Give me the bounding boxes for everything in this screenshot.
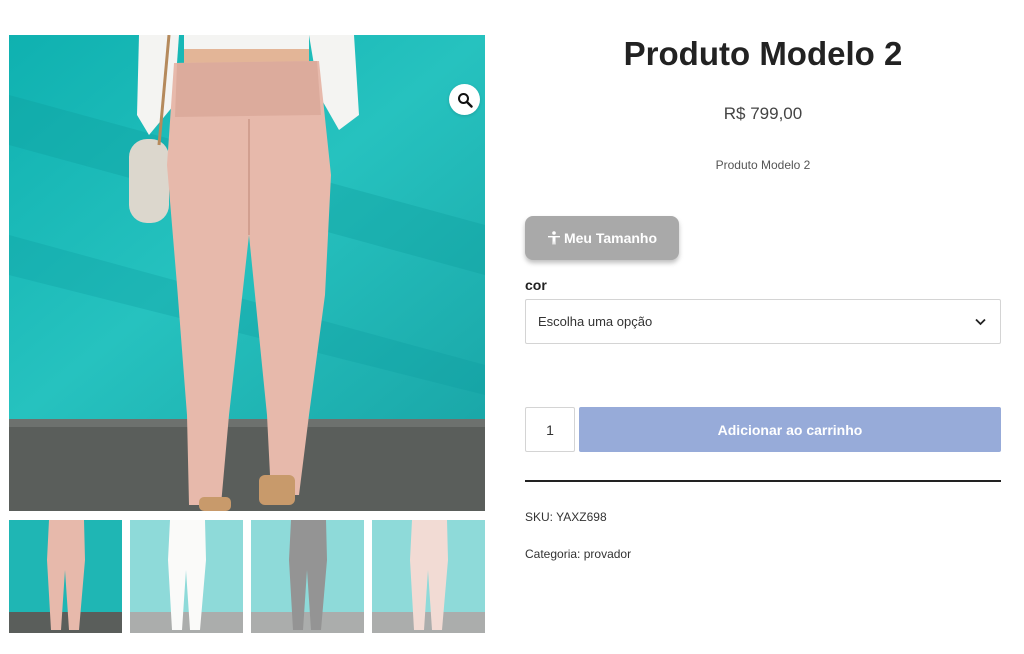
person-icon bbox=[547, 231, 560, 245]
divider bbox=[525, 480, 1001, 482]
thumbnail-1[interactable] bbox=[9, 520, 122, 633]
quantity-input[interactable]: 1 bbox=[525, 407, 575, 452]
color-select[interactable]: Escolha uma opção bbox=[525, 299, 1001, 344]
sku-label: SKU: bbox=[525, 510, 554, 524]
my-size-button[interactable]: Meu Tamanho bbox=[525, 216, 679, 260]
chevron-down-icon bbox=[975, 318, 986, 325]
category-link[interactable]: provador bbox=[584, 547, 631, 561]
category-label: Categoria: bbox=[525, 547, 581, 561]
sku-value: YAXZ698 bbox=[556, 510, 607, 524]
gallery-thumbnails bbox=[9, 520, 485, 633]
thumbnail-4[interactable] bbox=[372, 520, 485, 633]
variation-label-color: cor bbox=[525, 277, 547, 293]
product-price: R$ 799,00 bbox=[723, 104, 803, 123]
color-select-value: Escolha uma opção bbox=[538, 314, 653, 329]
add-to-cart-button[interactable]: Adicionar ao carrinho bbox=[579, 407, 1001, 452]
product-category: Categoria: provador bbox=[525, 547, 631, 561]
product-short-description: Produto Modelo 2 bbox=[715, 158, 811, 172]
product-main-image[interactable] bbox=[9, 35, 485, 511]
product-title: Produto Modelo 2 bbox=[623, 35, 903, 72]
product-sku: SKU: YAXZ698 bbox=[525, 510, 607, 524]
pants-photo bbox=[9, 35, 485, 511]
my-size-label: Meu Tamanho bbox=[563, 230, 658, 246]
thumbnail-3[interactable] bbox=[251, 520, 364, 633]
thumbnail-2[interactable] bbox=[130, 520, 243, 633]
magnifier-icon bbox=[457, 92, 473, 108]
zoom-button[interactable] bbox=[449, 84, 480, 115]
